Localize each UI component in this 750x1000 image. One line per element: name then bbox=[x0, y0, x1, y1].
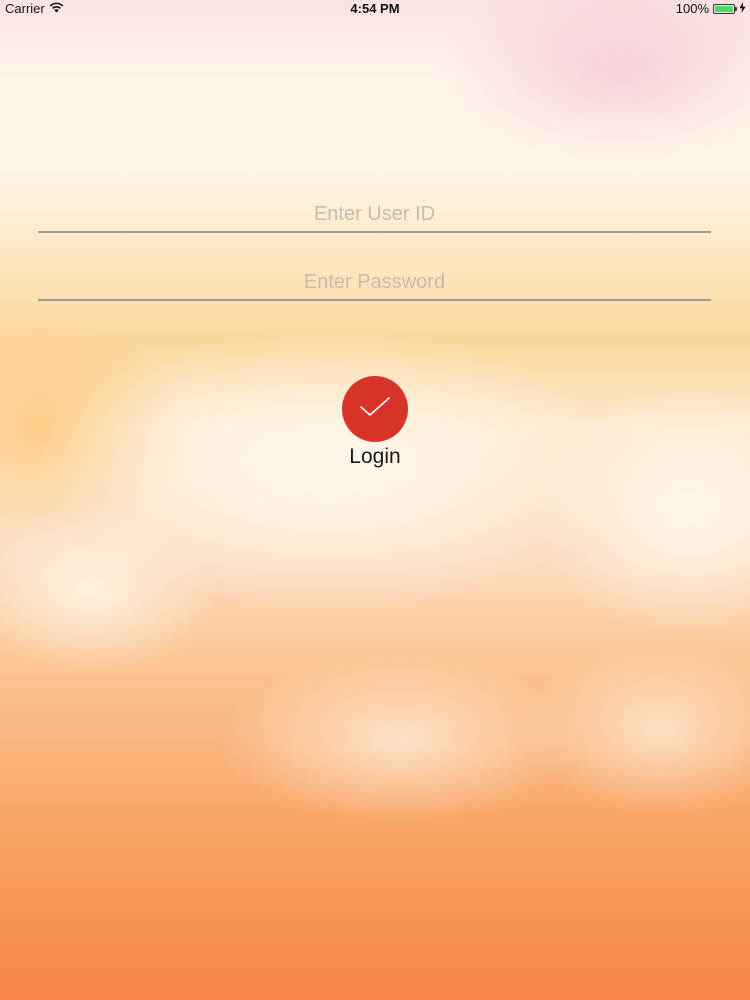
user-id-input[interactable] bbox=[38, 197, 711, 231]
user-id-field bbox=[38, 197, 711, 233]
status-right: 100% bbox=[676, 1, 746, 16]
battery-tip bbox=[735, 6, 737, 11]
login-button[interactable] bbox=[342, 376, 408, 442]
login-label[interactable]: Login bbox=[0, 445, 750, 469]
status-time: 4:54 PM bbox=[350, 1, 400, 16]
password-field bbox=[38, 265, 711, 301]
battery-fill bbox=[715, 5, 733, 12]
battery-percent: 100% bbox=[675, 1, 709, 16]
password-input[interactable] bbox=[38, 265, 711, 299]
battery-icon bbox=[713, 3, 737, 14]
charging-bolt-icon bbox=[739, 1, 746, 16]
status-bar: Carrier 4:54 PM 100% bbox=[0, 0, 750, 18]
login-screen: Carrier 4:54 PM 100% Enter User ID Login bbox=[0, 0, 750, 1000]
checkmark-icon bbox=[359, 396, 391, 423]
